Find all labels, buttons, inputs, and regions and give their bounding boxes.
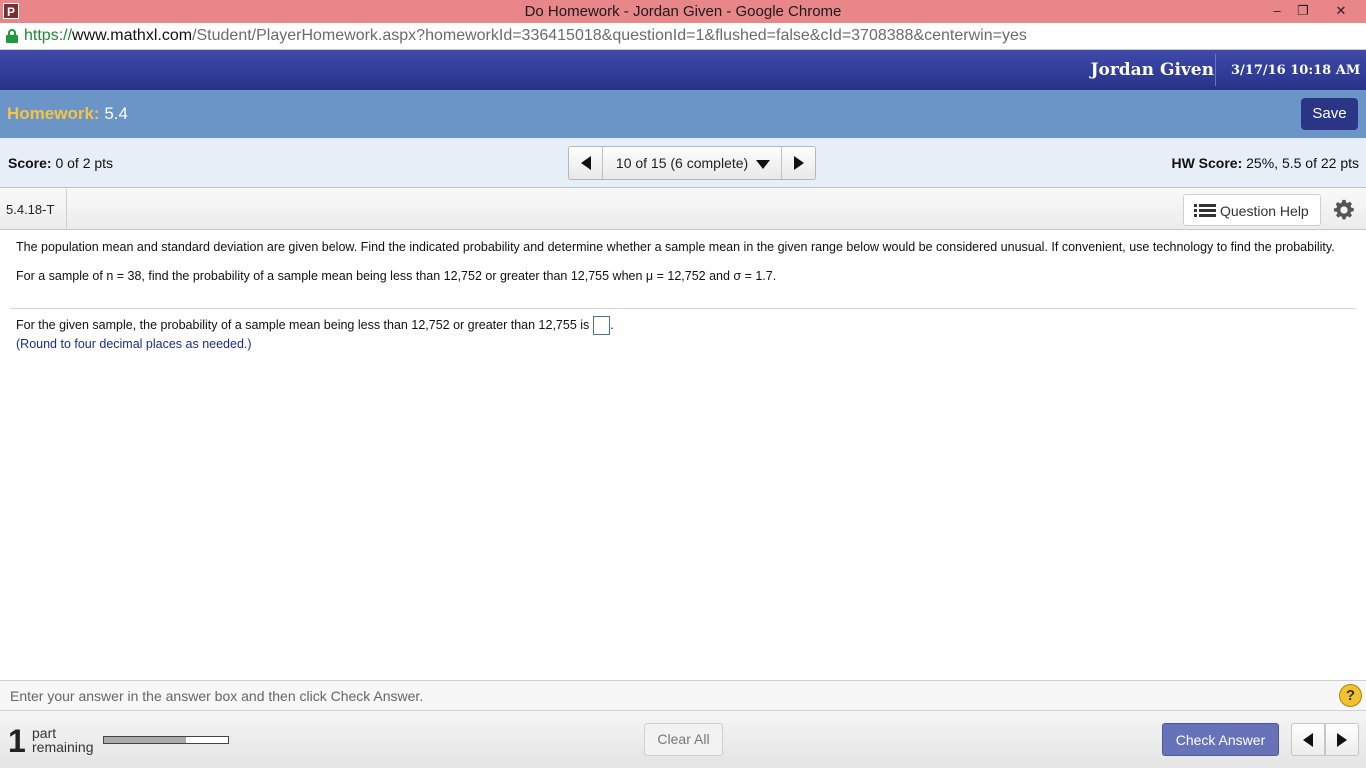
- question-help-button[interactable]: Question Help: [1183, 194, 1321, 226]
- gear-icon[interactable]: [1333, 199, 1355, 221]
- url-text[interactable]: https://www.mathxl.com/Student/PlayerHom…: [24, 27, 1027, 45]
- homework-label: Homework:: [7, 104, 100, 123]
- answer-suffix: .: [610, 317, 614, 332]
- parts-remaining-label: part remaining: [32, 726, 93, 754]
- progress-bar: [103, 736, 229, 744]
- round-note: (Round to four decimal places as needed.…: [16, 337, 252, 351]
- caret-down-icon: [756, 159, 771, 169]
- arrow-right-icon: [794, 156, 804, 170]
- clear-all-button[interactable]: Clear All: [644, 723, 723, 756]
- question-problem: For a sample of n = 38, find the probabi…: [16, 269, 777, 283]
- parts-label-line2: remaining: [32, 739, 94, 755]
- question-content: The population mean and standard deviati…: [16, 239, 1352, 297]
- instruction-bar: Enter your answer in the answer box and …: [0, 680, 1366, 710]
- address-bar[interactable]: https://www.mathxl.com/Student/PlayerHom…: [0, 23, 1366, 50]
- question-toolbar: 5.4.18-T: [0, 189, 1366, 230]
- close-icon[interactable]: ✕: [1326, 1, 1356, 21]
- question-id-divider: [66, 189, 67, 229]
- save-button[interactable]: Save: [1301, 98, 1358, 130]
- content-divider: [10, 308, 1356, 309]
- question-id: 5.4.18-T: [6, 202, 55, 217]
- homework-name: 5.4: [104, 104, 128, 123]
- answer-prompt: For the given sample, the probability of…: [16, 317, 590, 332]
- hw-score-value: 25%, 5.5 of 22 pts: [1246, 155, 1359, 171]
- minimize-icon[interactable]: –: [1264, 1, 1290, 21]
- url-scheme: https://: [24, 27, 73, 44]
- restore-icon[interactable]: ❐: [1290, 1, 1316, 21]
- answer-input[interactable]: [593, 316, 611, 335]
- question-select[interactable]: 10 of 15 (6 complete): [604, 147, 782, 179]
- arrow-left-icon: [1303, 733, 1313, 747]
- arrow-left-icon: [581, 156, 591, 170]
- question-prompt: The population mean and standard deviati…: [16, 240, 1335, 254]
- check-answer-button[interactable]: Check Answer: [1162, 723, 1279, 756]
- previous-question-button[interactable]: [569, 147, 603, 179]
- user-header: Jordan Given 3/17/16 10:18 AM: [0, 50, 1366, 90]
- footer-previous-button[interactable]: [1291, 723, 1325, 756]
- score-value: 0 of 2 pts: [55, 155, 114, 171]
- score-label: Score:: [8, 155, 52, 171]
- parts-remaining-count: 1: [8, 723, 26, 759]
- hw-score-label: HW Score:: [1171, 155, 1243, 171]
- progress-fill: [104, 737, 186, 743]
- question-navigator: 10 of 15 (6 complete): [568, 146, 816, 180]
- user-name: Jordan Given: [1090, 60, 1214, 80]
- homework-title: Homework: 5.4: [7, 104, 128, 124]
- question-score: Score: 0 of 2 pts: [8, 155, 113, 171]
- instruction-text: Enter your answer in the answer box and …: [10, 688, 424, 704]
- help-icon[interactable]: ?: [1339, 684, 1362, 707]
- next-question-button[interactable]: [781, 147, 815, 179]
- hw-score: HW Score: 25%, 5.5 of 22 pts: [1171, 155, 1359, 171]
- window-title: Do Homework - Jordan Given - Google Chro…: [524, 3, 842, 20]
- footer-next-button[interactable]: [1325, 723, 1359, 756]
- window-title-bar: P Do Homework - Jordan Given - Google Ch…: [0, 0, 1366, 23]
- question-help-label: Question Help: [1220, 203, 1309, 219]
- lock-icon: [6, 29, 18, 43]
- question-select-label: 10 of 15 (6 complete): [615, 155, 749, 171]
- answer-line: For the given sample, the probability of…: [16, 316, 614, 335]
- arrow-right-icon: [1337, 733, 1347, 747]
- list-icon: [1194, 204, 1216, 218]
- header-divider: [1215, 54, 1216, 86]
- url-path: /Student/PlayerHomework.aspx?homeworkId=…: [192, 27, 1027, 44]
- date-time: 3/17/16 10:18 AM: [1231, 63, 1361, 78]
- homework-bar: Homework: 5.4: [0, 90, 1366, 138]
- url-host: www.mathxl.com: [72, 27, 193, 44]
